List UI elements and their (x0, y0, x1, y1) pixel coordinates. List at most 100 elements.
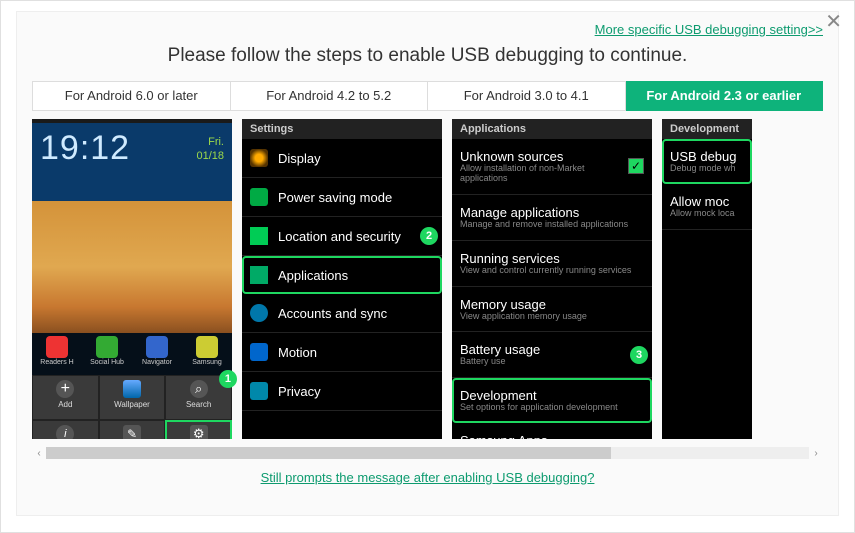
setting-display[interactable]: Display (242, 139, 442, 178)
applications-icon (250, 266, 268, 284)
setting-label: Privacy (278, 384, 434, 399)
search-icon (190, 380, 208, 398)
item-title: Battery usage (460, 342, 644, 357)
sync-icon (250, 304, 268, 322)
menu-settings[interactable]: Settings (165, 420, 232, 439)
scroll-left-arrow-icon[interactable]: ‹ (32, 448, 46, 459)
setting-label: Motion (278, 345, 434, 360)
menu-search[interactable]: Search1 (165, 375, 232, 420)
item-sub: Allow installation of non-Market applica… (460, 164, 628, 184)
app-memory-usage[interactable]: Memory usageView application memory usag… (452, 287, 652, 333)
plus-icon (56, 380, 74, 398)
menu-label: Add (33, 400, 98, 409)
display-icon (250, 149, 268, 167)
app-running-services[interactable]: Running servicesView and control current… (452, 241, 652, 287)
horizontal-scrollbar[interactable]: ‹ › (32, 445, 823, 461)
dock-item-readers[interactable]: Readers H (32, 333, 82, 375)
dock-item-samsung[interactable]: Samsung (182, 333, 232, 375)
item-title: USB debug (670, 149, 744, 164)
privacy-icon (250, 382, 268, 400)
item-sub: Set options for application development (460, 403, 644, 413)
power-icon (250, 188, 268, 206)
options-menu: Add Wallpaper Search1 Notifications Edit… (32, 375, 232, 439)
setting-label: Applications (278, 268, 434, 283)
dialog-inner: More specific USB debugging setting>> Pl… (16, 11, 839, 516)
item-sub: View and control currently running servi… (460, 266, 644, 276)
readers-icon (46, 336, 68, 358)
item-title: Running services (460, 251, 644, 266)
menu-label: Wallpaper (100, 400, 165, 409)
app-manage-applications[interactable]: Manage applicationsManage and remove ins… (452, 195, 652, 241)
menu-add[interactable]: Add (32, 375, 99, 420)
item-title: Development (460, 388, 644, 403)
setting-label: Location and security (278, 229, 434, 244)
wallpaper-icon (123, 380, 141, 398)
clock-area: 19:12 Fri. 01/18 (32, 123, 232, 201)
clock-time: 19:12 (40, 129, 130, 195)
item-title: Allow moc (670, 194, 744, 209)
menu-notifications[interactable]: Notifications (32, 420, 99, 439)
edit-icon (123, 425, 141, 439)
close-icon: ✕ (825, 11, 842, 33)
bottom-help-link-wrap: Still prompts the message after enabling… (32, 469, 823, 487)
more-specific-link[interactable]: More specific USB debugging setting>> (32, 22, 823, 37)
dock-label: Readers H (32, 359, 82, 366)
item-sub: Manage and remove installed applications (460, 220, 644, 230)
wallpaper (32, 201, 232, 333)
item-title: Samsung Apps (460, 433, 644, 439)
dock-item-navigator[interactable]: Navigator (132, 333, 182, 375)
step-badge-2: 2 (420, 227, 438, 245)
setting-power-saving[interactable]: Power saving mode (242, 178, 442, 217)
tab-android-6-later[interactable]: For Android 6.0 or later (32, 81, 231, 111)
day-label: Fri. (196, 135, 224, 149)
screenshot-applications: Applications Unknown sourcesAllow instal… (452, 119, 652, 439)
dock-label: Social Hub (82, 359, 132, 366)
step-badge-3: 3 (630, 346, 648, 364)
menu-label: Search (166, 400, 231, 409)
motion-icon (250, 343, 268, 361)
info-icon (56, 425, 74, 439)
setting-applications[interactable]: Applications (242, 256, 442, 294)
screenshot-homescreen: 19:12 Fri. 01/18 Readers H Social Hub Na… (32, 119, 232, 439)
dock-item-socialhub[interactable]: Social Hub (82, 333, 132, 375)
screenshot-development: Development USB debugDebug mode wh Allow… (662, 119, 752, 439)
dev-allow-mock[interactable]: Allow mocAllow mock loca (662, 184, 752, 230)
screenshot-settings: Settings Display Power saving mode Locat… (242, 119, 442, 439)
app-unknown-sources[interactable]: Unknown sourcesAllow installation of non… (452, 139, 652, 195)
still-prompts-link[interactable]: Still prompts the message after enabling… (261, 470, 595, 485)
usb-debugging-dialog: ✕ More specific USB debugging setting>> … (0, 0, 855, 533)
dialog-heading: Please follow the steps to enable USB de… (32, 45, 823, 67)
menu-edit[interactable]: Edit (99, 420, 166, 439)
dock: Readers H Social Hub Navigator Samsung (32, 333, 232, 375)
tab-android-4-2-5-2[interactable]: For Android 4.2 to 5.2 (231, 81, 429, 111)
dev-usb-debugging[interactable]: USB debugDebug mode wh (662, 139, 752, 184)
tab-android-3-0-4-1[interactable]: For Android 3.0 to 4.1 (428, 81, 626, 111)
tab-android-2-3-earlier[interactable]: For Android 2.3 or earlier (626, 81, 824, 111)
setting-location-security[interactable]: Location and security2 (242, 217, 442, 256)
android-version-tabs: For Android 6.0 or later For Android 4.2… (32, 81, 823, 111)
setting-accounts-sync[interactable]: Accounts and sync (242, 294, 442, 333)
panel-title: Development (662, 119, 752, 139)
scroll-track[interactable] (46, 447, 809, 459)
scroll-thumb[interactable] (46, 447, 611, 459)
item-sub: View application memory usage (460, 312, 644, 322)
scroll-right-arrow-icon[interactable]: › (809, 448, 823, 459)
setting-motion[interactable]: Motion (242, 333, 442, 372)
setting-label: Power saving mode (278, 190, 434, 205)
item-sub: Allow mock loca (670, 209, 744, 219)
panel-title: Applications (452, 119, 652, 139)
date-label: 01/18 (196, 149, 224, 163)
close-button[interactable]: ✕ (825, 9, 842, 34)
checkbox-checked-icon[interactable]: ✓ (628, 158, 644, 174)
dock-label: Samsung (182, 359, 232, 366)
setting-privacy[interactable]: Privacy (242, 372, 442, 411)
samsung-icon (196, 336, 218, 358)
setting-label: Accounts and sync (278, 306, 434, 321)
date-block: Fri. 01/18 (196, 129, 224, 195)
item-title: Unknown sources (460, 149, 628, 164)
app-samsung-apps[interactable]: Samsung AppsSet notification for new app… (452, 423, 652, 439)
app-battery-usage[interactable]: Battery usageBattery use3 (452, 332, 652, 378)
app-development[interactable]: DevelopmentSet options for application d… (452, 378, 652, 423)
item-sub: Debug mode wh (670, 164, 744, 174)
menu-wallpaper[interactable]: Wallpaper (99, 375, 166, 420)
